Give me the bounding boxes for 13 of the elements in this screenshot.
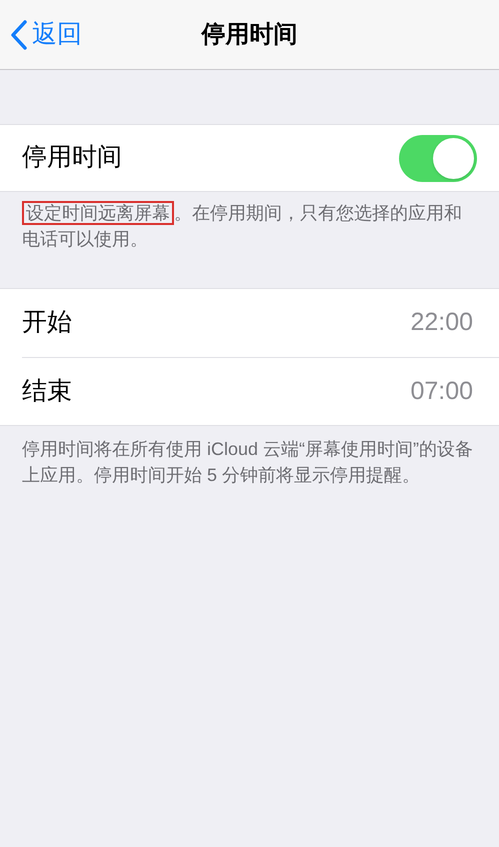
row-label: 结束 bbox=[22, 376, 72, 407]
time-row[interactable]: 结束 07:00 bbox=[22, 357, 499, 425]
time-footer-text: 停用时间将在所有使用 iCloud 云端“屏幕使用时间”的设备上应用。停用时间开始 5 分钟前将显示停用提醒。 bbox=[21, 438, 474, 487]
time-row[interactable]: 开始 22:00 bbox=[22, 289, 499, 357]
row-label: 开始 bbox=[22, 307, 72, 338]
back-chevron-icon bbox=[10, 20, 28, 50]
toggle-footer-text: 设定时间远离屏幕 。在停用期间，只有您选择的应用和电话可以使用。 bbox=[21, 200, 463, 251]
nav-title: 停用时间 bbox=[202, 20, 298, 50]
toggle-switch[interactable] bbox=[399, 134, 477, 182]
row-label: 停用时间 bbox=[22, 142, 122, 174]
time-value: 22:00 bbox=[410, 307, 473, 338]
back-button[interactable]: 返回 bbox=[10, 16, 82, 54]
time-value: 07:00 bbox=[410, 376, 473, 407]
